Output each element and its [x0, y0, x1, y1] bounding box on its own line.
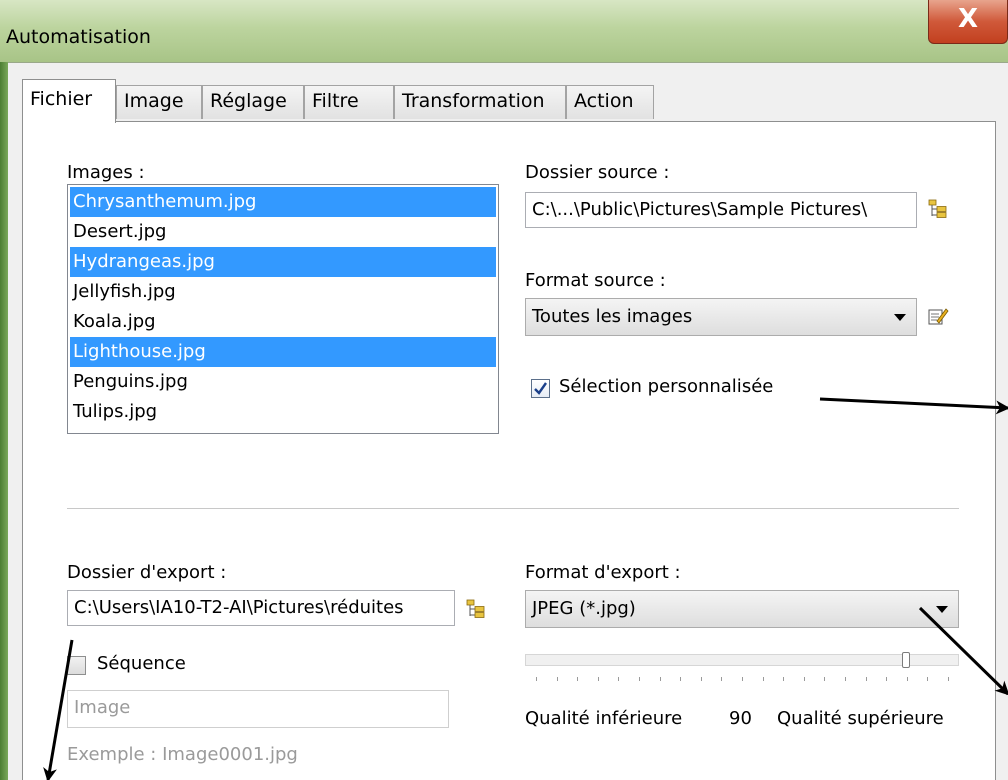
list-item[interactable]: Lighthouse.jpg [70, 337, 496, 367]
chevron-down-icon [936, 606, 948, 613]
tab-label: Image [124, 90, 184, 112]
tab-reglage[interactable]: Réglage [202, 85, 304, 119]
slider-tick [618, 677, 620, 681]
source-format-label: Format source : [525, 270, 666, 291]
images-label: Images : [67, 162, 145, 183]
slider-tick [721, 677, 723, 681]
tab-filtre[interactable]: Filtre [304, 85, 394, 119]
slider-tick [659, 677, 661, 681]
tab-label: Filtre [312, 90, 359, 112]
quality-low-label: Qualité inférieure [525, 708, 683, 729]
edit-icon[interactable] [927, 305, 949, 327]
slider-tick [700, 677, 702, 681]
sequence-name-input[interactable]: Image [67, 690, 449, 728]
tab-page-fichier: Images : Chrysanthemum.jpg Desert.jpg Hy… [22, 121, 996, 780]
quality-slider-thumb[interactable] [902, 652, 910, 668]
list-item-label: Hydrangeas.jpg [73, 251, 215, 272]
slider-tick [886, 677, 888, 681]
export-folder-field[interactable]: C:\Users\IA10-T2-AI\Pictures\réduites [67, 590, 455, 626]
tab-label: Fichier [30, 88, 93, 110]
slider-tick [845, 677, 846, 681]
tab-label: Transformation [402, 90, 545, 112]
quality-value: 90 [729, 708, 752, 729]
tab-label: Action [574, 90, 634, 112]
list-item-label: Jellyfish.jpg [73, 281, 176, 302]
export-folder-label: Dossier d'export : [67, 562, 227, 583]
folder-tree-icon[interactable] [465, 598, 487, 620]
list-item[interactable]: Tulips.jpg [70, 397, 496, 427]
list-item-label: Chrysanthemum.jpg [73, 191, 257, 212]
slider-tick [824, 677, 826, 681]
images-listbox[interactable]: Chrysanthemum.jpg Desert.jpg Hydrangeas.… [67, 184, 499, 434]
list-item[interactable]: Hydrangeas.jpg [70, 247, 496, 277]
list-item[interactable]: Jellyfish.jpg [70, 277, 496, 307]
slider-tick [577, 677, 579, 681]
dialog-client-area: Fichier Image Réglage Filtre Transformat… [8, 62, 1008, 780]
list-item[interactable]: Chrysanthemum.jpg [70, 187, 496, 217]
quality-high-label: Qualité supérieure [777, 708, 955, 729]
slider-tick [597, 677, 599, 681]
slider-tick [948, 677, 949, 681]
close-button[interactable]: X [928, 0, 1008, 44]
slider-tick [742, 677, 743, 681]
select-value: JPEG (*.jpg) [532, 598, 636, 619]
tab-transformation[interactable]: Transformation [394, 85, 566, 119]
chevron-down-icon [894, 314, 906, 321]
slider-tick [639, 677, 640, 681]
tab-image[interactable]: Image [116, 85, 202, 119]
tab-action[interactable]: Action [566, 85, 654, 119]
custom-selection-label: Sélection personnalisée [559, 376, 774, 397]
sequence-example-text: Exemple : Image0001.jpg [67, 744, 298, 765]
select-value: Toutes les images [532, 306, 693, 327]
list-item-label: Tulips.jpg [73, 401, 158, 422]
slider-tick [536, 677, 537, 681]
tab-label: Réglage [210, 90, 287, 112]
slider-tick [803, 677, 805, 681]
sequence-checkbox[interactable] [67, 656, 86, 675]
slider-tick [927, 677, 929, 681]
slider-tick [865, 677, 867, 681]
slider-tick [556, 677, 558, 681]
list-item[interactable]: Penguins.jpg [70, 367, 496, 397]
source-folder-field[interactable]: C:\...\Public\Pictures\Sample Pictures\ [525, 192, 917, 228]
export-format-select[interactable]: JPEG (*.jpg) [525, 590, 959, 628]
title-bar: Automatisation [0, 0, 1008, 62]
source-format-select[interactable]: Toutes les images [525, 298, 917, 336]
window-title: Automatisation [6, 26, 151, 48]
list-item-label: Koala.jpg [73, 311, 156, 332]
sequence-label: Séquence [97, 653, 186, 674]
slider-tick [783, 677, 785, 681]
quality-high-text: Qualité supérieure [777, 708, 944, 729]
list-item-label: Penguins.jpg [73, 371, 188, 392]
custom-selection-checkbox[interactable] [531, 379, 550, 398]
list-item-label: Lighthouse.jpg [73, 341, 206, 362]
slider-tick [680, 677, 682, 681]
list-item[interactable]: Koala.jpg [70, 307, 496, 337]
slider-tick [906, 677, 908, 681]
source-folder-label: Dossier source : [525, 162, 670, 183]
folder-tree-icon[interactable] [927, 198, 949, 220]
tab-fichier[interactable]: Fichier [22, 79, 116, 123]
list-item[interactable]: Desert.jpg [70, 217, 496, 247]
window-frame [0, 62, 8, 780]
section-divider [67, 508, 959, 509]
checkmark-icon [534, 382, 547, 395]
export-format-label: Format d'export : [525, 562, 681, 583]
slider-tick [762, 677, 764, 681]
quality-slider-track[interactable] [525, 654, 959, 666]
list-item-label: Desert.jpg [73, 221, 167, 242]
